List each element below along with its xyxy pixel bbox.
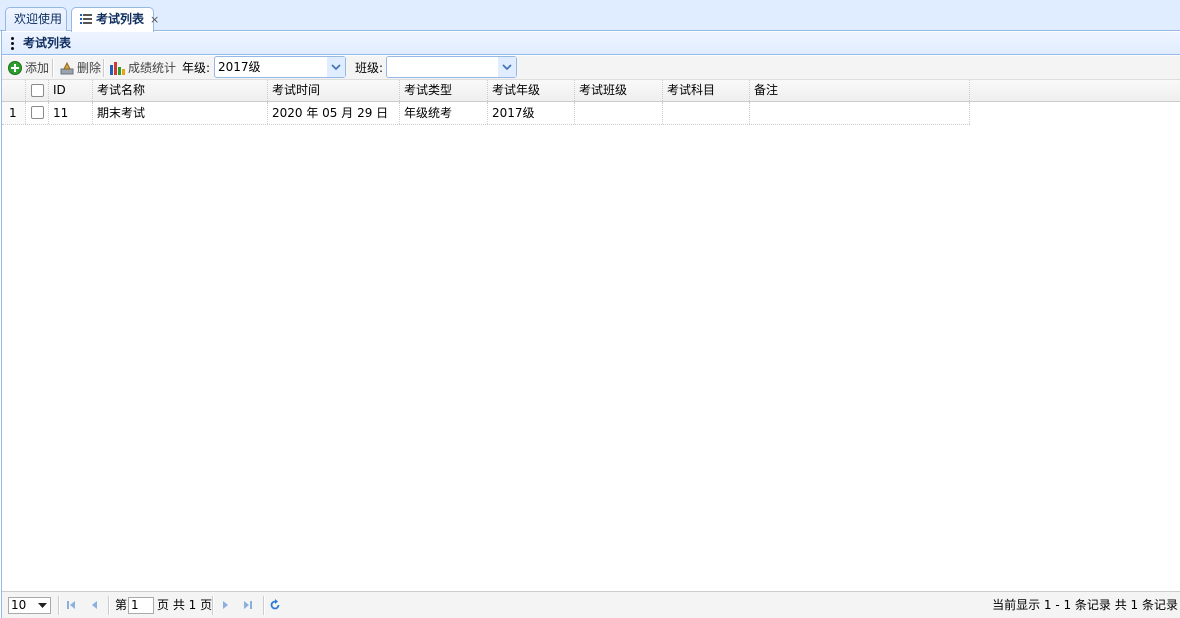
class-select[interactable] bbox=[386, 56, 517, 78]
next-page-icon[interactable] bbox=[220, 599, 232, 611]
page-size-value: 10 bbox=[11, 598, 27, 612]
pager-divider bbox=[263, 596, 265, 615]
column-header-id[interactable]: ID bbox=[49, 80, 93, 101]
table-row[interactable]: 1 11 期末考试 2020 年 05 月 29 日 年级统考 2017级 bbox=[2, 102, 970, 125]
row-checkbox[interactable] bbox=[31, 106, 44, 119]
tab-welcome[interactable]: 欢迎使用 bbox=[5, 7, 67, 31]
tab-bar: 欢迎使用 考试列表 × bbox=[0, 0, 1180, 32]
page-size-select[interactable]: 10 bbox=[8, 597, 51, 614]
last-page-icon[interactable] bbox=[242, 599, 254, 611]
grid-header: ID 考试名称 考试时间 考试类型 考试年级 考试班级 考试科目 备注 bbox=[2, 80, 1180, 102]
record-info: 当前显示 1 - 1 条记录 共 1 条记录 bbox=[992, 598, 1178, 612]
column-header-time[interactable]: 考试时间 bbox=[268, 80, 400, 101]
column-header-class[interactable]: 考试班级 bbox=[575, 80, 663, 101]
chevron-down-icon bbox=[38, 603, 47, 608]
column-header-remark[interactable]: 备注 bbox=[750, 80, 970, 101]
select-all-checkbox[interactable] bbox=[31, 84, 44, 97]
previous-page-icon[interactable] bbox=[88, 599, 100, 611]
list-icon bbox=[80, 14, 92, 24]
class-label: 班级: bbox=[355, 61, 384, 75]
more-vertical-icon[interactable] bbox=[11, 37, 15, 52]
score-stats-button[interactable]: 成绩统计 bbox=[110, 58, 176, 78]
panel-header: 考试列表 bbox=[2, 32, 1180, 55]
refresh-icon[interactable] bbox=[269, 599, 281, 611]
cell-grade: 2017级 bbox=[488, 102, 575, 124]
pager-divider bbox=[212, 596, 214, 615]
grade-select[interactable]: 2017级 bbox=[214, 56, 346, 78]
cell-id: 11 bbox=[49, 102, 93, 124]
toolbar-divider bbox=[52, 59, 54, 77]
page-total-text: 页 共 1 页 bbox=[157, 598, 213, 612]
cell-class bbox=[575, 102, 663, 124]
column-header-grade[interactable]: 考试年级 bbox=[488, 80, 575, 101]
column-header-subject[interactable]: 考试科目 bbox=[663, 80, 750, 101]
page-number-input[interactable]: 1 bbox=[128, 597, 154, 614]
pager-divider bbox=[58, 596, 60, 615]
add-button[interactable]: 添加 bbox=[8, 58, 49, 78]
chevron-down-icon[interactable] bbox=[497, 57, 516, 77]
add-icon bbox=[8, 61, 22, 75]
tab-exam-list[interactable]: 考试列表 × bbox=[71, 7, 159, 32]
first-page-icon[interactable] bbox=[65, 599, 77, 611]
toolbar: 添加 删除 成绩统计 年级: 2017级 班级: bbox=[2, 56, 1180, 80]
grade-select-value: 2017级 bbox=[218, 60, 261, 74]
row-number-header bbox=[2, 80, 26, 101]
column-header-name[interactable]: 考试名称 bbox=[93, 80, 268, 101]
panel-title: 考试列表 bbox=[23, 36, 72, 50]
column-header-type[interactable]: 考试类型 bbox=[400, 80, 488, 101]
delete-button-label: 删除 bbox=[77, 61, 102, 75]
chevron-down-icon[interactable] bbox=[326, 57, 345, 77]
cell-name: 期末考试 bbox=[93, 102, 268, 124]
cell-time: 2020 年 05 月 29 日 bbox=[268, 102, 400, 124]
cell-remark bbox=[750, 102, 970, 124]
delete-icon bbox=[60, 61, 74, 75]
score-stats-label: 成绩统计 bbox=[128, 61, 177, 75]
bar-chart-icon bbox=[110, 62, 125, 75]
row-select-cell bbox=[26, 102, 49, 124]
pager-divider bbox=[108, 596, 110, 615]
page-prefix: 第 bbox=[115, 598, 128, 612]
select-all-cell bbox=[26, 80, 49, 101]
tab-exam-list-label: 考试列表 bbox=[96, 12, 145, 26]
cell-subject bbox=[663, 102, 750, 124]
close-icon[interactable]: × bbox=[150, 13, 159, 26]
add-button-label: 添加 bbox=[25, 61, 50, 75]
grade-label: 年级: bbox=[182, 61, 211, 75]
row-number: 1 bbox=[2, 102, 26, 124]
pagination-bar: 10 第 1 页 共 1 页 当前显示 1 - 1 条记录 共 1 条记录 bbox=[2, 591, 1180, 618]
tab-welcome-label: 欢迎使用 bbox=[14, 12, 63, 26]
toolbar-divider bbox=[103, 59, 105, 77]
delete-button[interactable]: 删除 bbox=[60, 58, 101, 78]
cell-type: 年级统考 bbox=[400, 102, 488, 124]
